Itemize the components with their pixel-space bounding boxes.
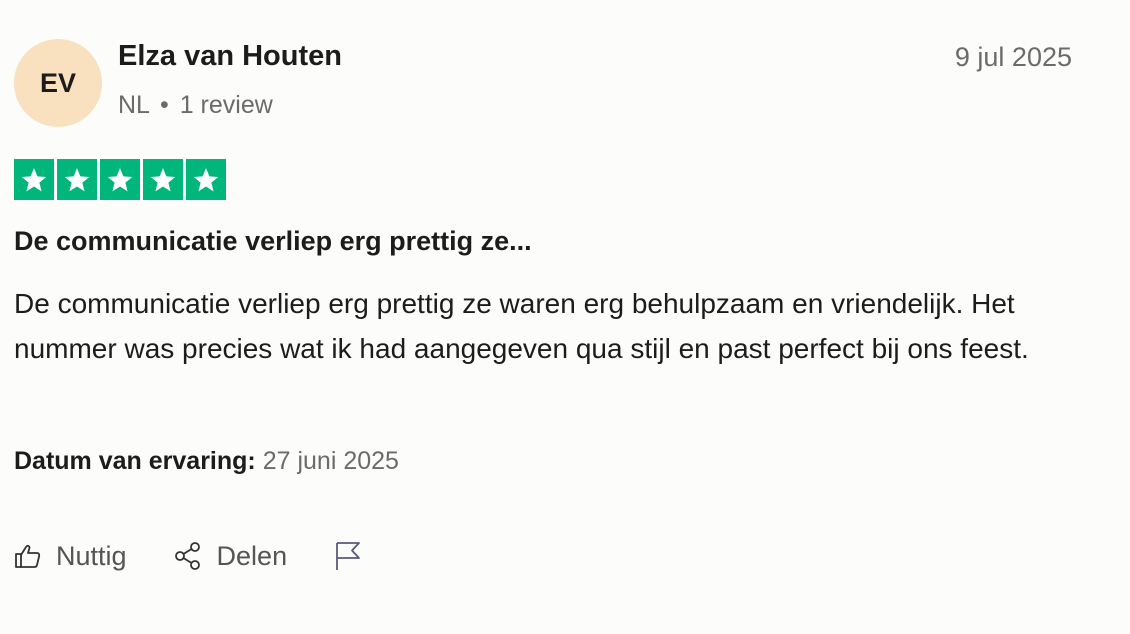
experience-date-label: Datum van ervaring: [14, 447, 256, 475]
star-icon [14, 159, 54, 200]
share-icon [173, 541, 203, 571]
author-review-count: 1 review [179, 91, 273, 119]
review-actions: Nuttig Delen [14, 540, 409, 572]
useful-button[interactable]: Nuttig [14, 541, 127, 572]
star-icon [57, 159, 97, 200]
useful-label: Nuttig [56, 540, 127, 571]
avatar-initials: EV [39, 67, 77, 98]
review-title[interactable]: De communicatie verliep erg prettig ze..… [14, 226, 532, 257]
avatar[interactable]: EV [14, 39, 102, 127]
flag-icon [333, 540, 363, 572]
experience-date: Datum van ervaring: 27 juni 2025 [14, 447, 399, 476]
star-icon [100, 159, 140, 200]
star-rating [14, 159, 226, 200]
meta-separator: • [159, 91, 169, 119]
author-country: NL [118, 91, 150, 119]
share-button[interactable]: Delen [173, 540, 288, 572]
review-card: EV Elza van Houten NL • 1 review 9 jul 2… [0, 0, 1130, 634]
star-icon [186, 159, 226, 200]
experience-date-value: 27 juni 2025 [262, 447, 399, 475]
review-text: De communicatie verliep erg prettig ze w… [14, 288, 1029, 364]
review-date: 9 jul 2025 [954, 42, 1072, 72]
thumbs-up-icon [14, 542, 42, 570]
star-icon [143, 159, 183, 200]
author-meta: NL • 1 review [118, 91, 273, 120]
report-button[interactable] [333, 540, 363, 572]
author-name[interactable]: Elza van Houten [118, 40, 342, 73]
share-label: Delen [216, 540, 288, 571]
